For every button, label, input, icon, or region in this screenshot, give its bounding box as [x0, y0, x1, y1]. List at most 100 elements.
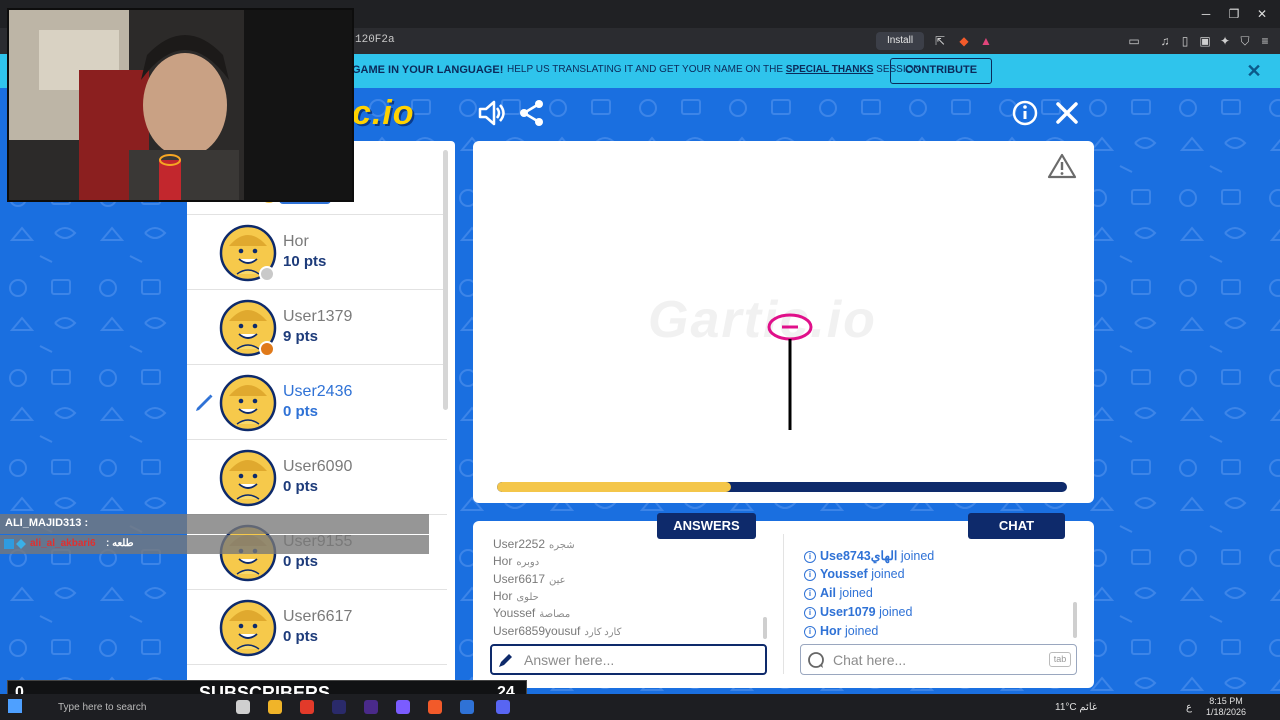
info-icon: i	[804, 550, 816, 563]
round-timer-fill	[497, 482, 731, 492]
share-page-icon[interactable]: ⇱	[932, 33, 948, 49]
chat-user: Youssef	[820, 567, 868, 581]
taskbar-clock[interactable]: 8:15 PM 1/18/2026	[1206, 696, 1246, 718]
chat-bubble-icon	[808, 652, 824, 668]
chat-user: User1079	[820, 605, 876, 619]
taskbar-search[interactable]: Type here to search	[34, 698, 214, 718]
player-points: 0 pts	[283, 553, 319, 570]
stream-chat-user-2: ali_al_akbari6	[30, 538, 96, 549]
player-row[interactable]: User6617 0 pts	[187, 590, 447, 665]
install-button[interactable]: Install	[876, 32, 924, 50]
sidebar-icon[interactable]: ▯	[1177, 33, 1193, 49]
player-points: 9 pts	[283, 328, 319, 345]
answer-guess: دوبره	[516, 557, 540, 568]
restore-icon[interactable]: ❐	[1224, 4, 1244, 24]
brave-rewards-icon[interactable]: ▲	[978, 33, 994, 49]
taskbar-date: 1/18/2026	[1206, 707, 1247, 717]
contribute-label: CONTRIBUTE	[904, 64, 978, 76]
file-explorer-icon[interactable]	[268, 700, 282, 714]
steam-icon[interactable]	[460, 700, 474, 714]
player-avatar	[219, 599, 277, 657]
player-name: User6090	[283, 458, 353, 475]
answer-guess: حلوى	[516, 592, 539, 603]
leo-ai-icon[interactable]: ✦	[1217, 33, 1233, 49]
taskbar-search-label: Type here to search	[58, 702, 147, 713]
exit-game-icon[interactable]	[1052, 98, 1082, 128]
tab-answers[interactable]: ANSWERS	[657, 513, 756, 539]
column-divider	[783, 534, 784, 674]
sound-icon[interactable]	[476, 98, 506, 128]
menu-icon[interactable]: ≡	[1257, 33, 1273, 49]
diamond-badge-icon	[16, 539, 26, 549]
minimize-icon[interactable]: ─	[1196, 4, 1216, 24]
player-avatar	[219, 449, 277, 507]
install-label: Install	[886, 35, 914, 46]
player-points: 0 pts	[283, 478, 319, 495]
info-icon[interactable]	[1010, 98, 1040, 128]
discord-icon[interactable]	[496, 700, 510, 714]
stream-chat-message-2: ali_al_akbari6 : طلعه	[0, 535, 429, 554]
chrome-icon[interactable]	[300, 700, 314, 714]
close-icon[interactable]: ✕	[1244, 61, 1264, 82]
chat-item: i Youssef joined	[804, 567, 905, 581]
chat-action: joined	[871, 567, 905, 581]
taskbar-language[interactable]: ع	[1186, 702, 1192, 713]
player-name: User6617	[283, 608, 353, 625]
players-scrollbar[interactable]	[443, 150, 448, 410]
window-close-icon[interactable]: ✕	[1252, 4, 1272, 24]
answer-item: User6859yousuf كارد كارد	[493, 624, 621, 638]
brave-taskbar-icon[interactable]	[428, 700, 442, 714]
url-text[interactable]: 120F2a	[355, 34, 395, 46]
answer-input[interactable]	[490, 644, 767, 675]
chat-user: Useالهاي8743	[820, 549, 898, 563]
answer-guess: كارد كارد	[584, 627, 622, 638]
player-points: 10 pts	[283, 253, 327, 270]
info-icon: i	[804, 625, 816, 638]
info-icon: i	[804, 568, 816, 581]
chat-item: i Hor joined	[804, 624, 878, 638]
answer-item: Hor حلوى	[493, 589, 539, 603]
music-icon[interactable]: ♫	[1157, 33, 1173, 49]
chat-item: i User1079 joined	[804, 605, 912, 619]
chat-input[interactable]	[800, 644, 1077, 675]
player-row[interactable]: User1379 9 pts	[187, 290, 447, 365]
special-thanks-link[interactable]: SPECIAL THANKS	[786, 64, 874, 75]
chat-action: joined	[900, 549, 935, 563]
player-row[interactable]: Hor 10 pts	[187, 215, 447, 290]
answers-scrollbar[interactable]	[763, 617, 767, 639]
info-icon: i	[804, 606, 816, 619]
answer-user: Youssef	[493, 606, 536, 620]
report-warning-icon[interactable]	[1047, 152, 1077, 180]
player-name: User2436	[283, 383, 353, 400]
obs-icon[interactable]	[396, 700, 410, 714]
stream-chat-text-1: ALI_MAJID313 :	[5, 517, 89, 529]
banner-help-text: HELP US TRANSLATING IT AND GET YOUR NAME…	[507, 64, 921, 75]
task-view-icon[interactable]	[236, 700, 250, 714]
banner-help-prefix: HELP US TRANSLATING IT AND GET YOUR NAME…	[507, 64, 786, 75]
photoshop-icon[interactable]	[332, 700, 346, 714]
drawing-stroke-sketch	[767, 313, 813, 430]
info-icon: i	[804, 587, 816, 600]
reader-mode-icon[interactable]: ▭	[1126, 33, 1142, 49]
windows-start-icon[interactable]	[8, 699, 22, 713]
answer-user: Hor	[493, 554, 513, 568]
answer-guess: عين	[549, 575, 566, 586]
brave-shield-icon[interactable]: ◆	[956, 33, 972, 49]
answer-guess: مصاصة	[539, 609, 571, 620]
answer-item: Youssef مصاصة	[493, 606, 570, 620]
share-icon[interactable]	[517, 98, 547, 128]
taskbar-weather[interactable]: 11°C غائم	[1055, 702, 1097, 713]
contribute-button[interactable]: CONTRIBUTE	[890, 58, 992, 84]
players-panel[interactable]: Hor 10 pts User1379 9 pts User2436 0 pts User6…	[187, 141, 455, 686]
wallet-icon[interactable]: ▣	[1197, 33, 1213, 49]
player-row[interactable]: User2436 0 pts	[187, 365, 447, 440]
player-status-dot	[259, 341, 275, 357]
player-row[interactable]: User6090 0 pts	[187, 440, 447, 515]
tab-key-hint: tab	[1049, 652, 1071, 667]
drawing-pencil-icon	[196, 394, 213, 411]
chat-scrollbar[interactable]	[1073, 602, 1077, 638]
tab-chat[interactable]: CHAT	[968, 513, 1065, 539]
vpn-icon[interactable]: ⛉	[1237, 33, 1253, 49]
premiere-icon[interactable]	[364, 700, 378, 714]
player-name: User1379	[283, 308, 353, 325]
